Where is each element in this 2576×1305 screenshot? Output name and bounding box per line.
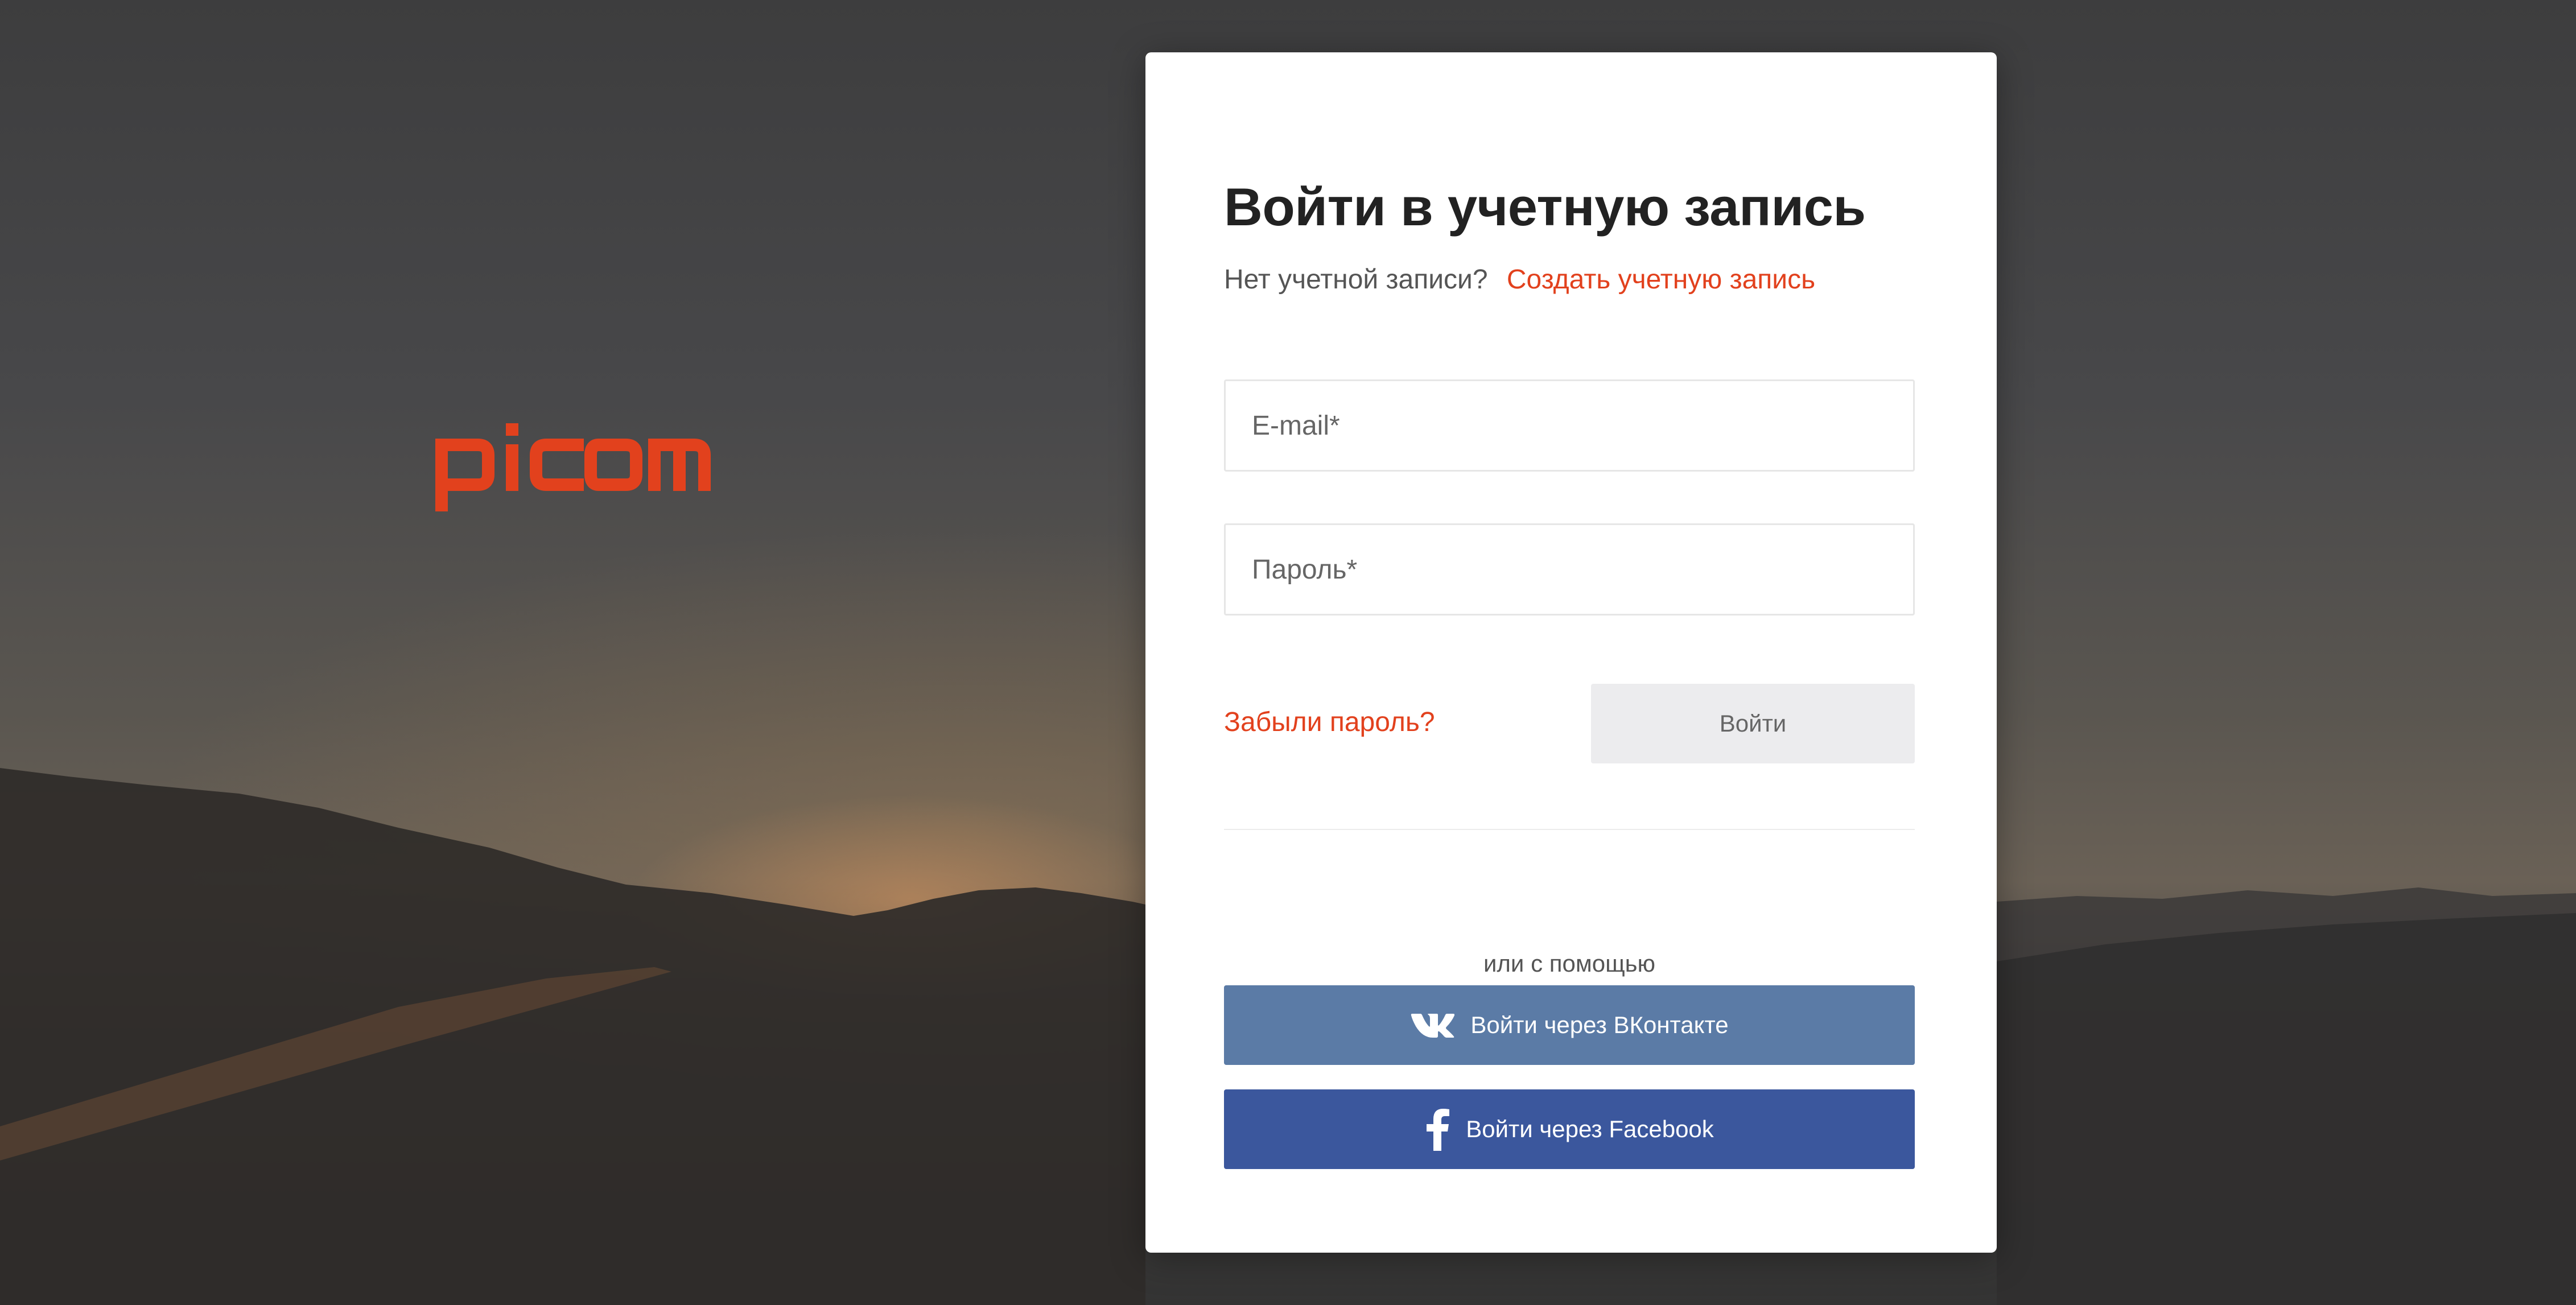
- vk-login-button[interactable]: Войти через ВКонтакте: [1224, 985, 1915, 1065]
- no-account-text: Нет учетной записи?: [1224, 265, 1488, 295]
- picom-logo: [435, 423, 711, 511]
- facebook-button-label: Войти через Facebook: [1466, 1116, 1714, 1142]
- or-text: или с помощью: [1483, 950, 1656, 977]
- vk-icon: [1411, 1014, 1455, 1038]
- signup-prompt: Нет учетной записи? Создать учетную запи…: [1224, 264, 1815, 295]
- facebook-icon: [1427, 1109, 1450, 1151]
- vk-button-label: Войти через ВКонтакте: [1470, 1011, 1729, 1038]
- create-account-link[interactable]: Создать учетную запись: [1507, 265, 1815, 295]
- facebook-login-button[interactable]: Войти через Facebook: [1224, 1089, 1915, 1169]
- page-title: Войти в учетную запись: [1224, 177, 1866, 237]
- login-card: Войти в учетную запись Нет учетной запис…: [1145, 52, 1997, 1253]
- password-field[interactable]: [1224, 523, 1915, 616]
- forgot-password-link[interactable]: Забыли пароль?: [1224, 707, 1435, 738]
- login-button[interactable]: Войти: [1591, 684, 1915, 763]
- email-field[interactable]: [1224, 379, 1915, 472]
- divider: [1224, 829, 1915, 830]
